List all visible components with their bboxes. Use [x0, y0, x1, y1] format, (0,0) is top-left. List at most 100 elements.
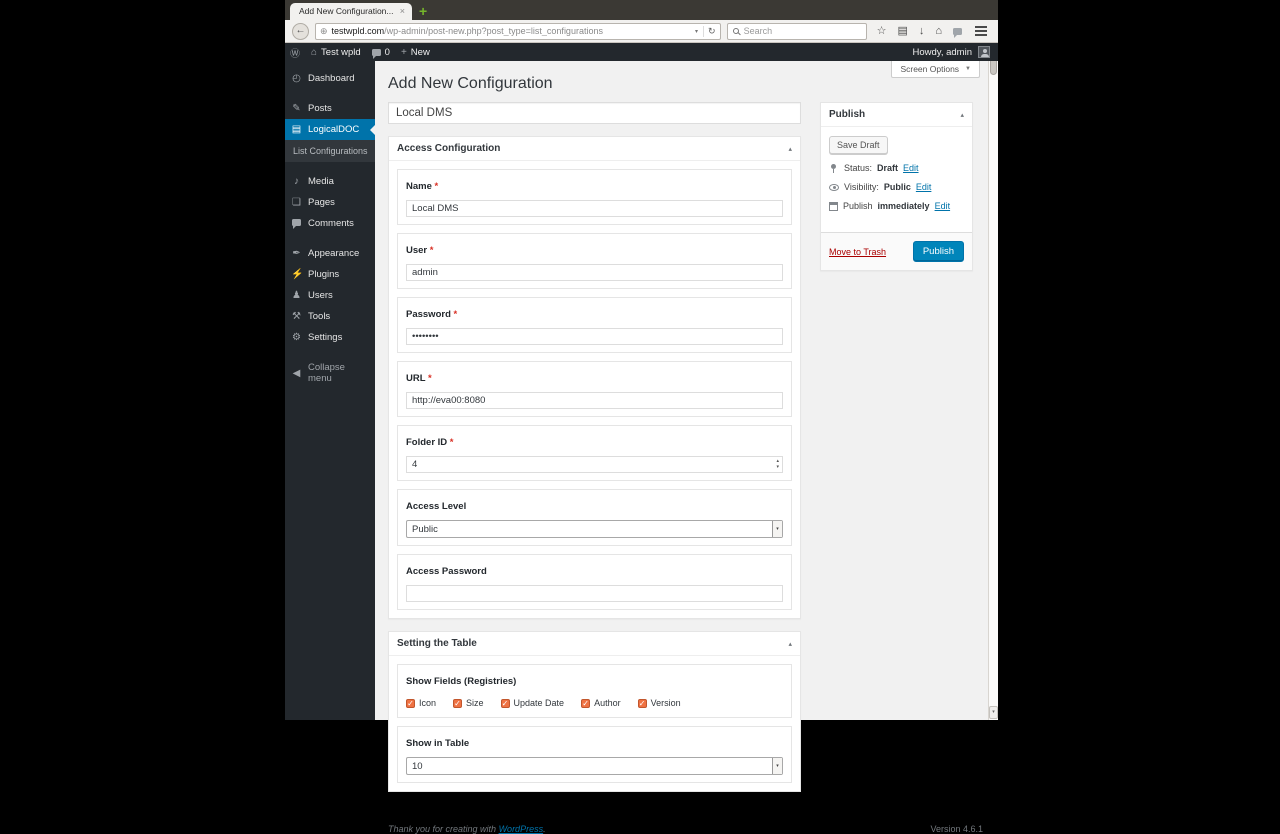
collapse-toggle-icon[interactable]: ▴ [788, 640, 792, 648]
sidebar-item-plugins[interactable]: ⚡ Plugins [285, 264, 375, 285]
url-bar[interactable]: ⊕ testwpld.com /wp-admin/post-new.php?po… [315, 22, 721, 40]
folder-id-input[interactable] [406, 456, 783, 473]
tab-close-icon[interactable]: × [400, 6, 405, 16]
sidebar-item-pages[interactable]: ❏ Pages [285, 192, 375, 213]
field-row-show-fields: Show Fields (Registries) Icon Size Updat… [397, 664, 792, 718]
admin-bar-site-link[interactable]: ⌂ Test wpld [311, 47, 361, 58]
checkbox[interactable] [500, 698, 510, 708]
metabox-header[interactable]: Setting the Table ▴ [389, 632, 800, 656]
metabox-header[interactable]: Access Configuration ▴ [389, 137, 800, 161]
select-value: 10 [412, 760, 423, 772]
save-draft-button[interactable]: Save Draft [829, 136, 888, 154]
home-icon[interactable]: ⌂ [935, 25, 942, 37]
sidebar-item-collapse-menu[interactable]: ◀ Collapse menu [285, 357, 375, 389]
chat-bubble-icon[interactable] [953, 27, 962, 38]
checkbox-icon-field[interactable]: Icon [406, 698, 436, 708]
new-tab-icon[interactable]: + [419, 2, 427, 20]
status-row: Status: Draft Edit [829, 163, 964, 173]
wp-admin-bar: Ⓦ ⌂ Test wpld 0 + New Howdy, admin [285, 43, 998, 61]
password-input[interactable] [406, 328, 783, 345]
schedule-row: Publish immediately Edit [829, 201, 964, 211]
sidebar-item-comments[interactable]: Comments [285, 213, 375, 234]
sidebar-item-settings[interactable]: ⚙ Settings [285, 327, 375, 348]
sidebar-item-label: Comments [308, 218, 354, 229]
downloads-icon[interactable]: ↓ [919, 25, 925, 37]
screen-options-button[interactable]: Screen Options ▼ [891, 61, 980, 78]
checkbox-version-field[interactable]: Version [637, 698, 681, 708]
metabox-title: Setting the Table [397, 638, 477, 649]
sidebar-item-label: Posts [308, 103, 332, 114]
sidebar-item-label: Settings [308, 332, 343, 343]
required-mark: * [425, 373, 432, 384]
checkbox[interactable] [637, 698, 647, 708]
brush-icon: ✒ [292, 248, 301, 259]
sidebar-item-users[interactable]: ♟ Users [285, 285, 375, 306]
sidebar-item-logicaldoc[interactable]: ▤ LogicalDOC [285, 119, 375, 140]
scrollbar[interactable]: ▾ [988, 43, 998, 720]
bookmarks-icon[interactable]: ▤ [897, 25, 907, 37]
spinner-down-icon[interactable]: ▾ [776, 464, 779, 471]
browser-window: Add New Configuration... × + ← ⊕ testwpl… [285, 0, 998, 834]
sidebar-item-dashboard[interactable]: ◴ Dashboard [285, 68, 375, 89]
checkbox[interactable] [581, 698, 591, 708]
checkbox-label: Author [594, 698, 621, 708]
collapse-toggle-icon[interactable]: ▴ [960, 111, 964, 119]
wordpress-link[interactable]: WordPress [499, 824, 544, 834]
setting-the-table-metabox: Setting the Table ▴ Show Fields (Registr… [388, 631, 801, 792]
search-input[interactable]: Search [726, 22, 867, 40]
edit-visibility-link[interactable]: Edit [916, 182, 932, 192]
show-in-table-select[interactable]: 10 ▾ [406, 757, 783, 775]
sidebar-item-posts[interactable]: ✎ Posts [285, 98, 375, 119]
field-label: Password [406, 309, 451, 320]
bookmark-star-icon[interactable]: ☆ [877, 25, 887, 37]
thanks-text: Thank you for creating with [388, 824, 499, 834]
publish-button[interactable]: Publish [912, 241, 964, 262]
url-domain: testwpld.com [331, 26, 385, 36]
wordpress-logo-icon[interactable]: Ⓦ [290, 45, 300, 60]
menu-icon[interactable] [975, 30, 987, 32]
dashboard-icon: ◴ [292, 73, 301, 84]
checkbox-label: Update Date [513, 698, 565, 708]
sidebar-item-media[interactable]: ♪ Media [285, 171, 375, 192]
comments-icon [371, 48, 381, 59]
admin-bar-comments[interactable]: 0 [371, 47, 390, 59]
scrollbar-down-icon[interactable]: ▾ [989, 706, 998, 719]
title-input[interactable] [388, 102, 801, 124]
checkbox-size-field[interactable]: Size [453, 698, 484, 708]
reload-icon[interactable]: ↻ [703, 25, 720, 37]
required-mark: * [450, 309, 458, 320]
name-input[interactable] [406, 200, 783, 217]
access-level-select[interactable]: Public ▾ [406, 520, 783, 538]
move-to-trash-link[interactable]: Move to Trash [829, 247, 886, 257]
sidebar-item-appearance[interactable]: ✒ Appearance [285, 243, 375, 264]
collapse-toggle-icon[interactable]: ▴ [788, 145, 792, 153]
sidebar-item-tools[interactable]: ⚒ Tools [285, 306, 375, 327]
back-icon[interactable]: ← [292, 22, 309, 40]
metabox-title: Access Configuration [397, 143, 501, 154]
admin-bar-new[interactable]: + New [401, 47, 430, 58]
select-value: Public [412, 523, 438, 535]
edit-schedule-link[interactable]: Edit [935, 201, 951, 211]
access-password-input[interactable] [406, 585, 783, 602]
user-input[interactable] [406, 264, 783, 281]
checkbox[interactable] [406, 698, 415, 708]
url-dropdown-icon[interactable]: ▾ [690, 28, 703, 35]
sidebar-submenu-list-configurations[interactable]: List Configurations [285, 140, 375, 162]
admin-bar-account[interactable]: Howdy, admin [913, 46, 990, 58]
sidebar-item-label: Appearance [308, 248, 360, 259]
checkbox-update-date-field[interactable]: Update Date [500, 698, 565, 708]
checkbox-label: Version [650, 698, 681, 708]
url-input[interactable] [406, 392, 783, 409]
publish-metabox: Publish ▴ Save Draft Status: Draft Edit [820, 102, 973, 271]
sidebar-item-label: Users [308, 290, 333, 301]
checkbox[interactable] [453, 698, 463, 708]
edit-status-link[interactable]: Edit [903, 163, 919, 173]
checkbox-author-field[interactable]: Author [581, 698, 621, 708]
footer-version: Version 4.6.1 [930, 824, 983, 834]
metabox-header[interactable]: Publish ▴ [821, 103, 972, 127]
tab-title: Add New Configuration... [299, 6, 394, 16]
browser-tab[interactable]: Add New Configuration... × [290, 3, 412, 20]
number-spinner[interactable]: ▴ ▾ [776, 458, 779, 471]
admin-footer: Thank you for creating with WordPress. V… [388, 824, 983, 834]
metabox-title: Publish [829, 109, 866, 120]
